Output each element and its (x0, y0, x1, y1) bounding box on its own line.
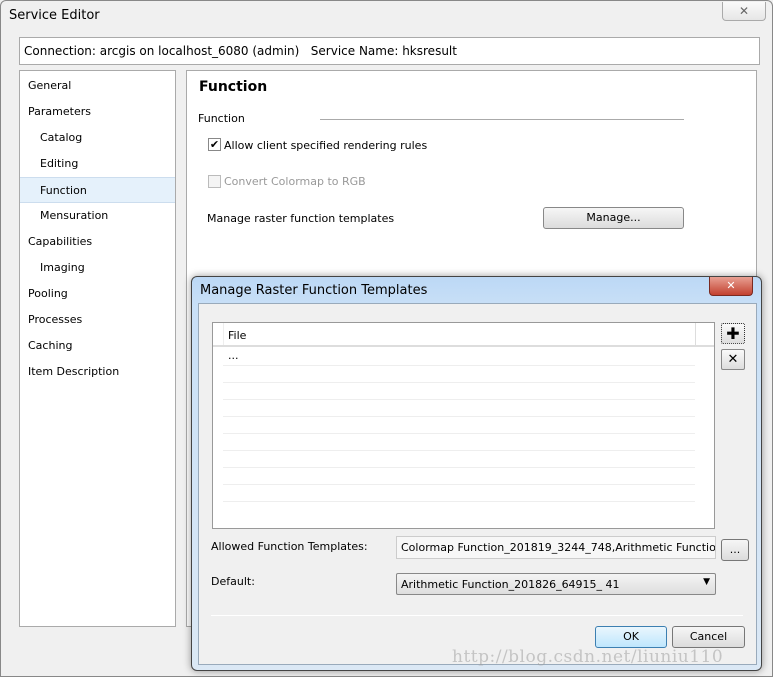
manage-button[interactable]: Manage... (543, 207, 684, 229)
sidebar-item-pooling[interactable]: Pooling (20, 281, 175, 307)
table-row (223, 502, 695, 519)
table-row (223, 485, 695, 502)
sidebar-item-processes[interactable]: Processes (20, 307, 175, 333)
section-divider (320, 119, 684, 120)
table-row (223, 434, 695, 451)
sidebar-item-imaging[interactable]: Imaging (20, 255, 175, 281)
file-cell: ... (228, 349, 239, 362)
window-title: Service Editor (9, 8, 100, 23)
sidebar-item-general[interactable]: General (20, 73, 175, 99)
sidebar-item-caching[interactable]: Caching (20, 333, 175, 359)
dialog-divider (211, 615, 743, 616)
sidebar-item-item-description[interactable]: Item Description (20, 359, 175, 385)
allow-rules-checkbox[interactable]: ✔ (208, 138, 221, 151)
table-row (223, 451, 695, 468)
add-icon[interactable]: ✚ (721, 323, 745, 344)
close-button[interactable]: ✕ (722, 2, 766, 21)
sidebar: General Parameters Catalog Editing Funct… (19, 70, 176, 627)
default-select[interactable]: Arithmetic Function_201826_64915_ 41 ▼ (396, 573, 716, 595)
remove-icon[interactable]: ✕ (721, 349, 745, 370)
table-row (223, 417, 695, 434)
column-header-file[interactable]: File (228, 329, 246, 342)
browse-button[interactable]: ... (721, 539, 749, 561)
convert-colormap-label: Convert Colormap to RGB (224, 175, 366, 188)
watermark: http://blog.csdn.net/liuniu110 (452, 647, 724, 667)
page-title: Function (199, 79, 268, 95)
allow-rules-label: Allow client specified rendering rules (224, 139, 428, 152)
dialog-body: File ... ✚ ✕ Allowed Function Templates:… (198, 303, 757, 665)
table-row (223, 400, 695, 417)
manage-templates-label: Manage raster function templates (207, 212, 395, 225)
sidebar-item-editing[interactable]: Editing (20, 151, 175, 177)
table-row (223, 366, 695, 383)
table-row (223, 468, 695, 485)
cancel-button[interactable]: Cancel (672, 626, 745, 648)
file-table: File ... (212, 322, 715, 529)
chevron-down-icon: ▼ (703, 577, 710, 587)
sidebar-item-catalog[interactable]: Catalog (20, 125, 175, 151)
default-select-value: Arithmetic Function_201826_64915_ 41 (401, 578, 620, 591)
dialog-title: Manage Raster Function Templates (200, 283, 428, 298)
sidebar-item-capabilities[interactable]: Capabilities (20, 229, 175, 255)
allowed-templates-field[interactable]: Colormap Function_201819_3244_748,Arithm… (396, 536, 716, 559)
default-label: Default: (211, 575, 255, 588)
manage-templates-dialog: Manage Raster Function Templates ✕ File … (191, 276, 762, 671)
convert-colormap-checkbox[interactable] (208, 175, 221, 188)
sidebar-item-function[interactable]: Function (20, 177, 175, 203)
section-label: Function (198, 112, 245, 125)
table-row[interactable]: ... (223, 349, 695, 366)
sidebar-item-mensuration[interactable]: Mensuration (20, 203, 175, 229)
ok-button[interactable]: OK (595, 626, 667, 648)
dialog-close-button[interactable]: ✕ (709, 277, 753, 296)
sidebar-item-parameters[interactable]: Parameters (20, 99, 175, 125)
table-header: File (213, 323, 714, 347)
allowed-templates-label: Allowed Function Templates: (211, 540, 368, 553)
connection-info: Connection: arcgis on localhost_6080 (ad… (19, 37, 760, 65)
table-row (223, 383, 695, 400)
